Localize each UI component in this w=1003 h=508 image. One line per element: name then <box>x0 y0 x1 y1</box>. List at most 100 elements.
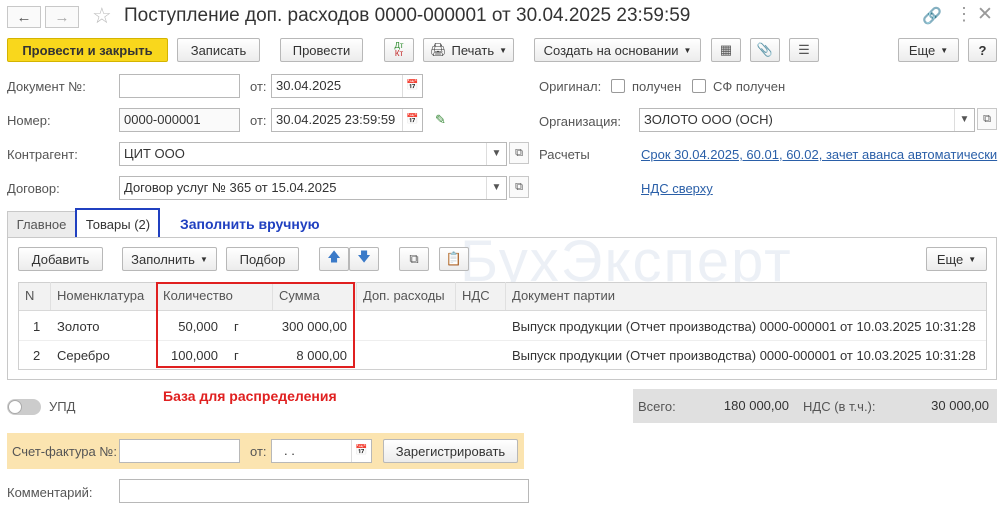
move-down-button[interactable]: 🡇 <box>349 247 379 271</box>
chevron-down-icon[interactable]: ▼ <box>486 177 506 199</box>
paste-icon: 📋 <box>445 251 463 266</box>
doc-date-input[interactable]: 30.04.2025 📅 <box>271 74 423 98</box>
kt-text: Кт <box>394 49 404 58</box>
arrow-right-icon: → <box>54 8 70 26</box>
invoice-from-label: от: <box>250 444 267 459</box>
selection-button[interactable]: Подбор <box>226 247 299 271</box>
contract-label: Договор: <box>7 181 60 196</box>
move-up-button[interactable]: 🡅 <box>319 247 349 271</box>
row-name: Серебро <box>57 348 110 363</box>
print-button[interactable]: 🖨 Печать ▼ <box>423 38 514 62</box>
counterparty-input[interactable]: ЦИТ ООО ▼ <box>119 142 507 166</box>
received-checkbox[interactable] <box>611 79 625 93</box>
link-icon[interactable]: 🔗 <box>922 6 942 26</box>
contract-input[interactable]: Договор услуг № 365 от 15.04.2025 ▼ <box>119 176 507 200</box>
sf-received-checkbox[interactable] <box>692 79 706 93</box>
hierarchy-icon: ▦ <box>719 42 733 57</box>
settlements-label: Расчеты <box>539 147 590 162</box>
save-button[interactable]: Записать <box>177 38 260 62</box>
total-value: 180 000,00 <box>723 398 789 413</box>
arrow-left-icon: ← <box>16 8 32 26</box>
invoice-number-input[interactable] <box>119 439 240 463</box>
structure-button[interactable]: ▦ <box>711 38 741 62</box>
upd-label: УПД <box>49 399 76 414</box>
calendar-icon[interactable]: 📅 <box>402 75 422 97</box>
paperclip-icon: 📎 <box>756 42 774 57</box>
org-open-button[interactable]: ⧉ <box>977 108 997 130</box>
menu-dots-icon[interactable]: ⋮ <box>955 4 973 25</box>
tab-main[interactable]: Главное <box>7 211 76 237</box>
calendar-icon[interactable]: 📅 <box>402 109 422 131</box>
arrow-up-icon: 🡅 <box>327 249 341 264</box>
distribution-base-note: База для распределения <box>163 388 337 404</box>
fill-button[interactable]: Заполнить ▼ <box>122 247 217 271</box>
goods-more-button[interactable]: Еще ▼ <box>926 247 987 271</box>
col-extra-costs[interactable]: Доп. расходы <box>357 282 456 310</box>
upd-toggle[interactable] <box>7 399 41 415</box>
org-input[interactable]: ЗОЛОТО ООО (ОСН) ▼ <box>639 108 975 132</box>
original-label: Оригинал: <box>539 79 602 94</box>
help-button[interactable]: ? <box>968 38 997 62</box>
favorite-star-icon[interactable]: ☆ <box>92 3 112 29</box>
number-input[interactable]: 0000-000001 <box>119 108 240 132</box>
invoice-date-value: . . <box>284 443 295 458</box>
doc-date-value: 30.04.2025 <box>276 78 342 93</box>
chevron-down-icon: ▼ <box>683 45 692 55</box>
register-button[interactable]: Зарегистрировать <box>383 439 518 463</box>
number-date-from-label: от: <box>250 113 267 128</box>
close-icon[interactable]: ✕ <box>977 3 993 26</box>
counterparty-open-button[interactable]: ⧉ <box>509 142 529 164</box>
chevron-down-icon: ▼ <box>199 254 208 264</box>
doc-no-input[interactable] <box>119 74 240 98</box>
org-label: Организация: <box>539 114 622 129</box>
post-and-close-button[interactable]: Провести и закрыть <box>7 38 168 62</box>
number-date-input[interactable]: 30.04.2025 23:59:59 📅 <box>271 108 423 132</box>
goods-more-label: Еще <box>936 251 964 267</box>
comment-input[interactable] <box>119 479 529 503</box>
chevron-down-icon[interactable]: ▼ <box>954 109 974 131</box>
vat-on-top-link[interactable]: НДС сверху <box>641 181 713 196</box>
contract-open-button[interactable]: ⧉ <box>509 176 529 198</box>
back-button[interactable]: ← <box>7 6 41 28</box>
print-label: Печать <box>451 42 495 58</box>
fill-label: Заполнить <box>131 251 195 267</box>
paste-button[interactable]: 📋 <box>439 247 469 271</box>
col-n[interactable]: N <box>19 282 51 310</box>
list-icon: ☰ <box>798 42 810 57</box>
report-button[interactable]: ☰ <box>789 38 819 62</box>
row-name: Золото <box>57 319 100 334</box>
fill-manually-note: Заполнить вручную <box>180 216 320 232</box>
invoice-date-input[interactable]: . . 📅 <box>271 439 372 463</box>
add-button[interactable]: Добавить <box>18 247 103 271</box>
col-batch-doc[interactable]: Документ партии <box>506 282 986 310</box>
create-based-on-button[interactable]: Создать на основании ▼ <box>534 38 701 62</box>
calendar-icon[interactable]: 📅 <box>351 440 371 462</box>
col-vat[interactable]: НДС <box>456 282 506 310</box>
doc-no-label: Документ №: <box>7 79 86 94</box>
number-label: Номер: <box>7 113 51 128</box>
total-label: Всего: <box>638 399 676 414</box>
distribution-base-highlight <box>156 282 355 368</box>
doc-date-from-label: от: <box>250 79 267 94</box>
copy-button[interactable]: ⧉ <box>399 247 429 271</box>
vat-total-label: НДС (в т.ч.): <box>803 399 876 414</box>
vat-total-value: 30 000,00 <box>931 398 989 413</box>
chevron-down-icon[interactable]: ▼ <box>486 143 506 165</box>
more-button[interactable]: Еще ▼ <box>898 38 959 62</box>
chevron-down-icon: ▼ <box>940 45 949 55</box>
arrow-down-icon: 🡇 <box>357 249 371 264</box>
contract-value: Договор услуг № 365 от 15.04.2025 <box>124 180 337 195</box>
chevron-down-icon: ▼ <box>968 254 977 264</box>
col-nomenclature[interactable]: Номенклатура <box>51 282 157 310</box>
post-button[interactable]: Провести <box>280 38 363 62</box>
copy-icon: ⧉ <box>409 251 419 266</box>
counterparty-value: ЦИТ ООО <box>124 146 185 161</box>
attach-button[interactable]: 📎 <box>750 38 780 62</box>
dt-kt-button[interactable]: Дт Кт <box>384 38 414 62</box>
create-based-label: Создать на основании <box>543 42 679 58</box>
edit-check-icon[interactable]: ✎ <box>435 112 446 128</box>
printer-icon: 🖨 <box>429 42 447 57</box>
fill-manually-highlight <box>75 208 160 239</box>
forward-button[interactable]: → <box>45 6 79 28</box>
settlements-link[interactable]: Срок 30.04.2025, 60.01, 60.02, зачет ава… <box>641 147 997 162</box>
